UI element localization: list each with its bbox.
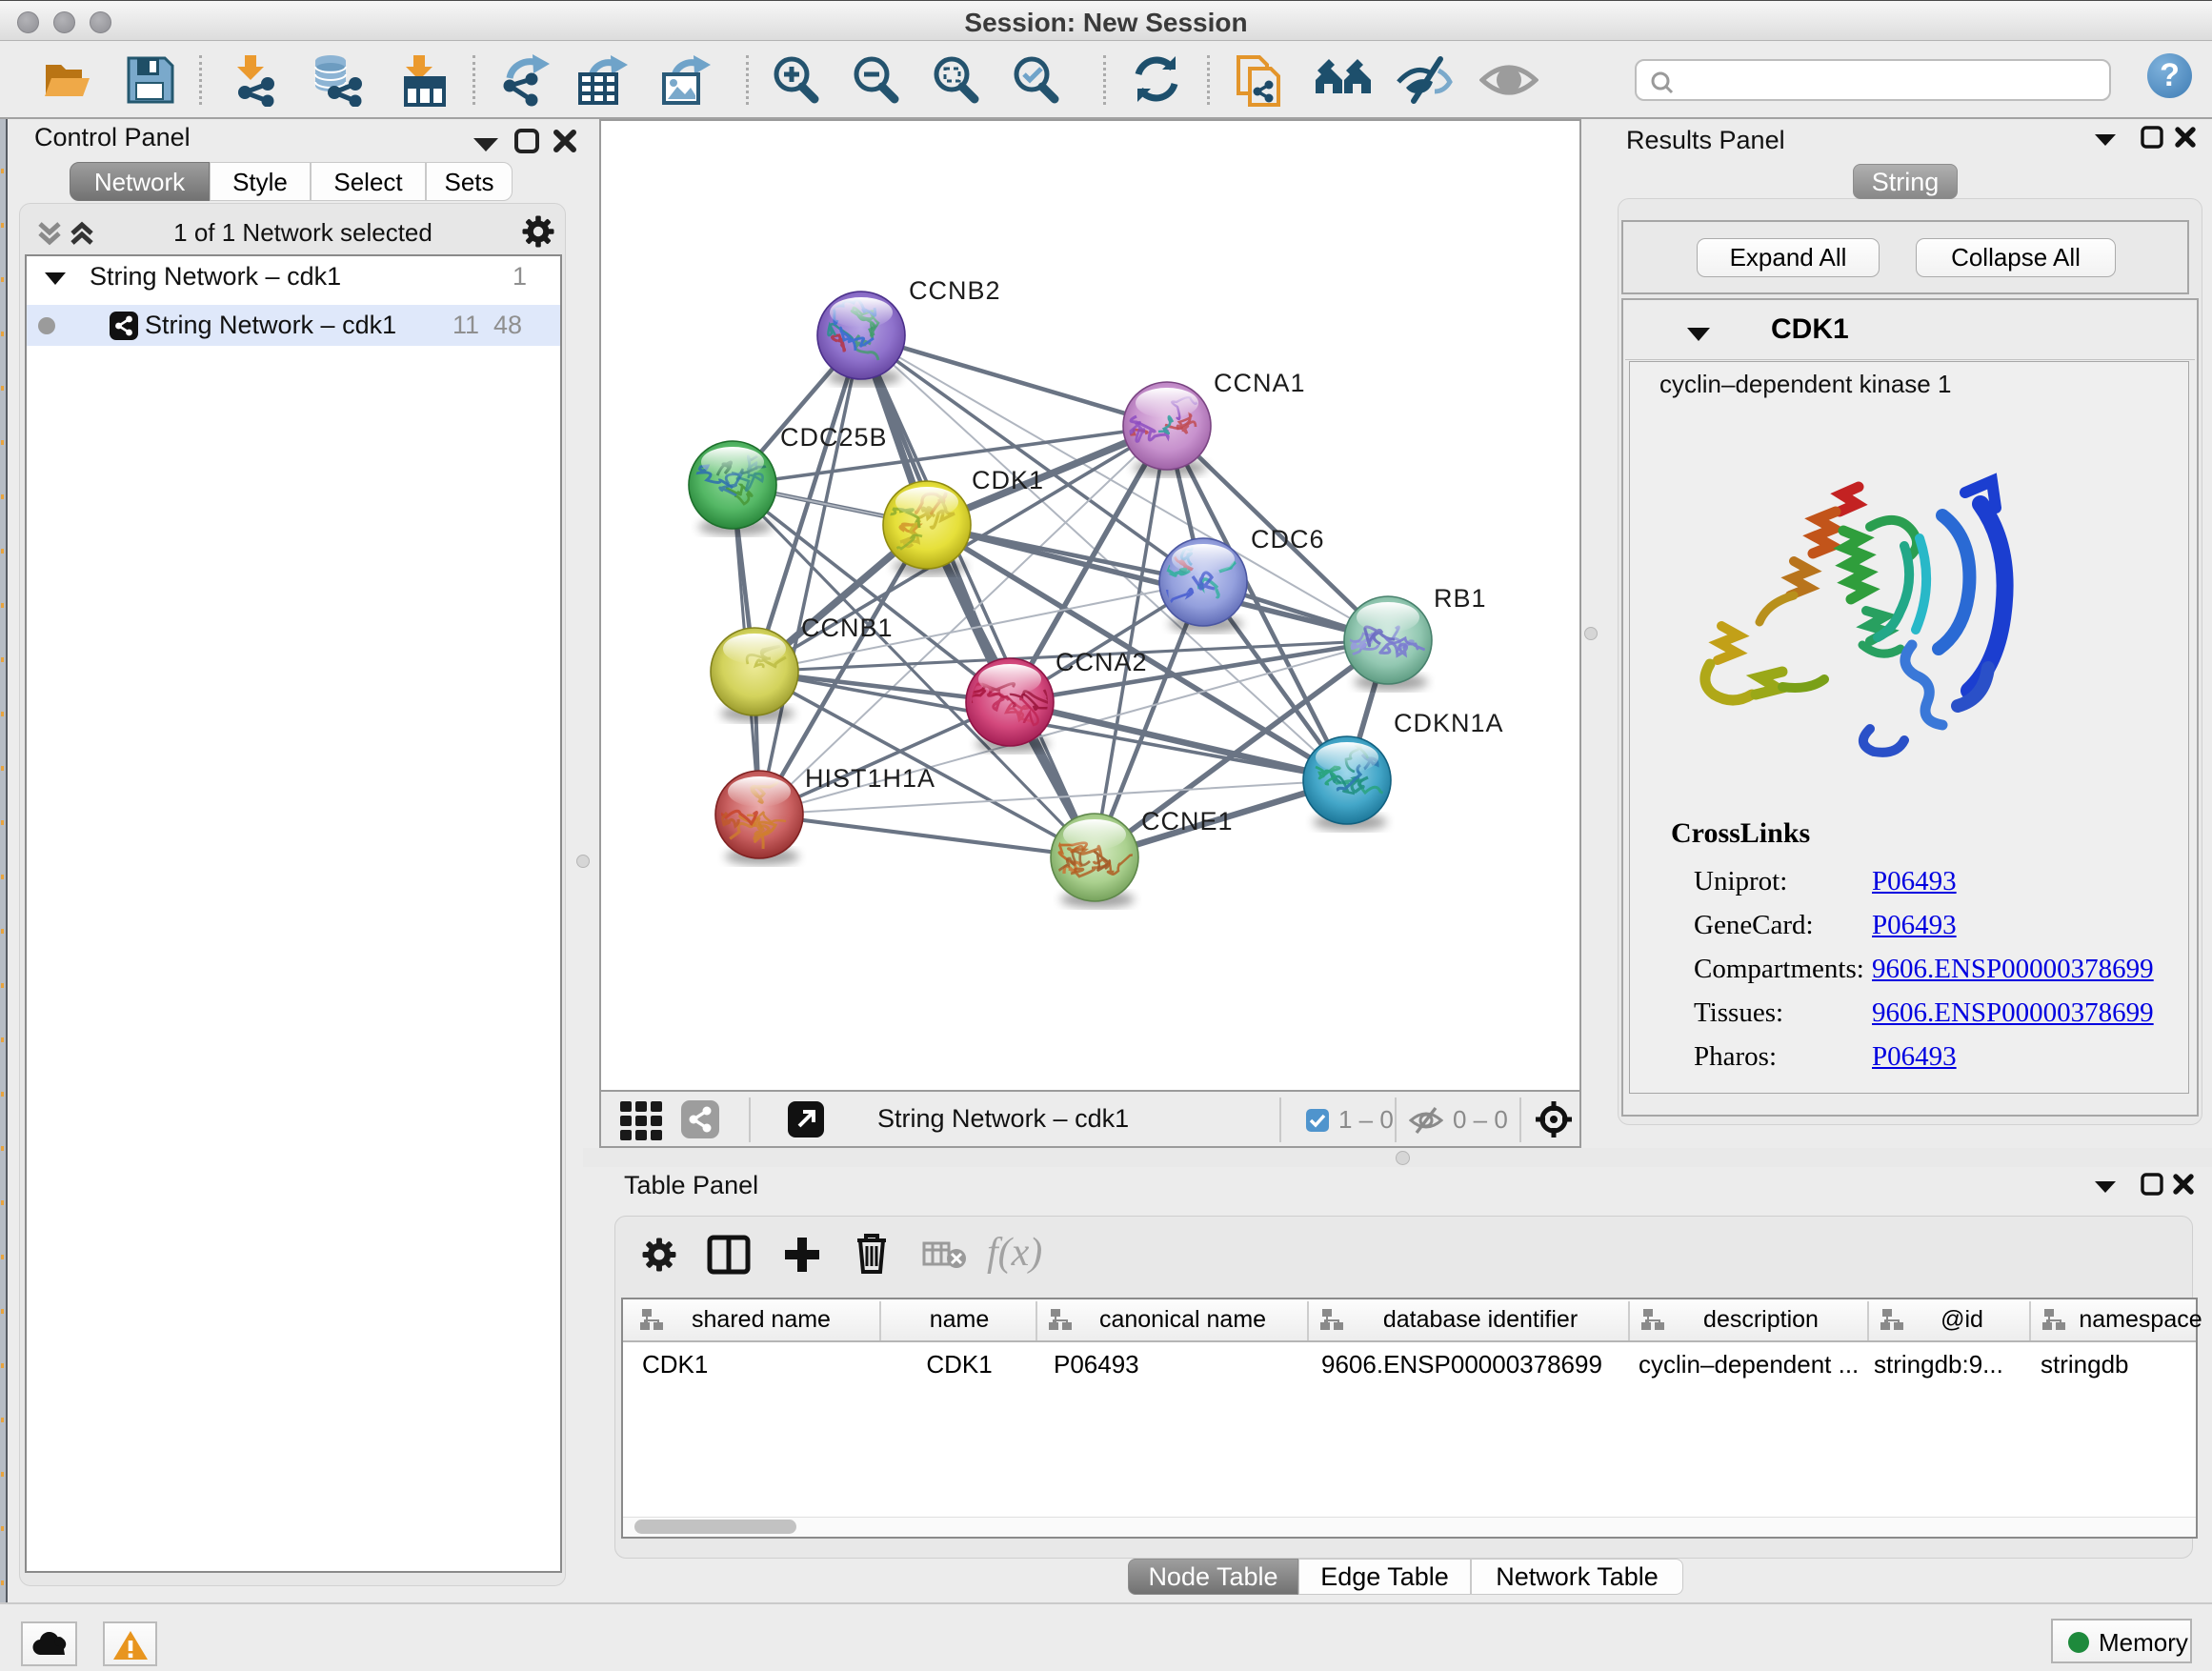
svg-text:CCNA2: CCNA2 (1056, 648, 1148, 676)
svg-text:CCNB2: CCNB2 (909, 276, 1001, 305)
svg-text:CCNB1: CCNB1 (801, 614, 894, 642)
svg-text:RB1: RB1 (1434, 584, 1487, 613)
svg-text:CCNA1: CCNA1 (1214, 369, 1306, 397)
svg-text:CDK1: CDK1 (972, 466, 1044, 494)
svg-text:CCNE1: CCNE1 (1141, 807, 1234, 836)
svg-text:HIST1H1A: HIST1H1A (805, 764, 935, 793)
svg-text:CDC25B: CDC25B (780, 423, 888, 452)
svg-text:CDC6: CDC6 (1251, 525, 1325, 554)
svg-text:CDKN1A: CDKN1A (1394, 709, 1504, 737)
